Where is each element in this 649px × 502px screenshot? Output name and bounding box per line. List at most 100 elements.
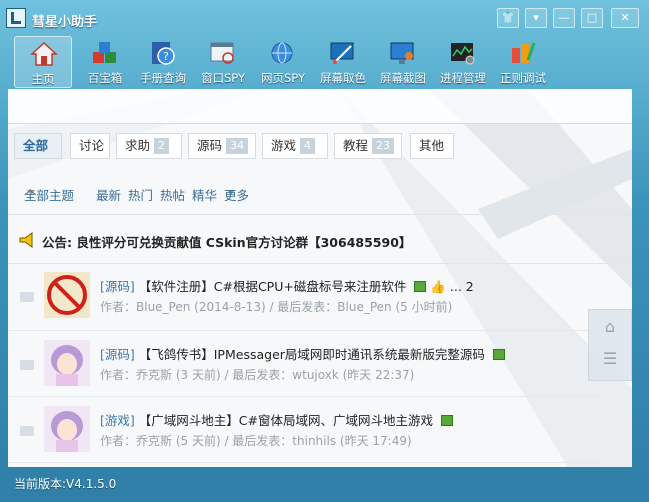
thread-status-icon bbox=[20, 360, 34, 370]
image-attachment-icon bbox=[492, 349, 505, 360]
tab-tutorial-label: 教程 bbox=[343, 138, 369, 153]
tab-other[interactable]: 其他 bbox=[410, 133, 454, 159]
tool-toolbox-label: 百宝箱 bbox=[87, 71, 123, 85]
divider bbox=[8, 462, 598, 463]
divider bbox=[8, 263, 632, 264]
maximize-button[interactable]: □ bbox=[581, 8, 603, 28]
app-logo-icon bbox=[6, 8, 26, 28]
thread-forum-link[interactable]: [源码] bbox=[100, 279, 135, 294]
main-content: 全部 讨论 求助 2 源码 34 游戏 4 教程 23 其他 全部主题 最新 热门 热帖… bbox=[8, 89, 632, 467]
window-spy-icon bbox=[210, 42, 234, 64]
regex-debug-icon bbox=[512, 42, 536, 63]
thread-title[interactable]: 【广域网斗地主】C#窗体局域网、广域网斗地主游戏 bbox=[139, 413, 433, 428]
filter-more[interactable]: 更多 bbox=[224, 185, 249, 203]
title-bar[interactable]: 彗星小助手 👕 ▾ — □ ✕ bbox=[0, 0, 649, 34]
tab-source[interactable]: 源码 34 bbox=[188, 133, 256, 159]
tool-regex-debug-label: 正则调试 bbox=[500, 71, 546, 85]
close-button[interactable]: ✕ bbox=[611, 8, 639, 28]
tool-color-picker-label: 屏幕取色 bbox=[320, 71, 366, 85]
process-manager-icon bbox=[451, 43, 475, 65]
megaphone-icon bbox=[19, 232, 33, 248]
tab-other-label: 其他 bbox=[419, 138, 445, 153]
skin-button[interactable]: 👕 bbox=[497, 8, 519, 28]
help-book-icon: ? bbox=[152, 42, 175, 65]
app-window: 彗星小助手 👕 ▾ — □ ✕ 主页 百宝箱 ? 手册查询 窗口SPY 网页SP… bbox=[0, 0, 649, 502]
tab-all[interactable]: 全部 bbox=[14, 133, 62, 159]
thread-meta: 作者：乔克斯 (3 天前) / 最后发表：wtujoxk (昨天 22:37) bbox=[100, 368, 415, 382]
menu-button[interactable]: ▾ bbox=[525, 8, 547, 28]
anime-avatar-icon bbox=[44, 406, 90, 452]
divider bbox=[8, 330, 598, 331]
thread-forum-link[interactable]: [游戏] bbox=[100, 413, 135, 428]
filter-all-topics[interactable]: 全部主题 bbox=[24, 185, 74, 203]
announcement-text: 公告: 良性评分可兑换贡献值 CSkin官方讨论群【306485590】 bbox=[42, 235, 412, 250]
thread-pages[interactable]: ... 2 bbox=[450, 279, 474, 294]
tab-help-label: 求助 bbox=[125, 138, 151, 153]
thread-status-icon bbox=[20, 426, 34, 436]
minimize-button[interactable]: — bbox=[553, 8, 575, 28]
toolbox-icon bbox=[93, 42, 116, 63]
thread-title[interactable]: 【飞鸽传书】IPMessager局域网即时通讯系统最新版完整源码 bbox=[139, 347, 485, 362]
screenshot-icon bbox=[390, 42, 414, 64]
filter-hot[interactable]: 热门 bbox=[128, 185, 153, 204]
tool-home[interactable]: 主页 bbox=[14, 36, 72, 88]
tool-process-manager[interactable]: 进程管理 bbox=[434, 36, 492, 88]
svg-text:?: ? bbox=[163, 50, 169, 63]
thread-forum-link[interactable]: [源码] bbox=[100, 347, 135, 362]
side-toolbar: ⌂ ☰ bbox=[588, 309, 632, 381]
tab-source-label: 源码 bbox=[197, 138, 223, 153]
divider bbox=[8, 214, 632, 215]
tab-all-label: 全部 bbox=[23, 138, 49, 153]
tool-regex-debug[interactable]: 正则调试 bbox=[494, 36, 552, 88]
thread-meta: 作者：乔克斯 (5 天前) / 最后发表：thinhils (昨天 17:49) bbox=[100, 434, 412, 448]
thread-title[interactable]: 【软件注册】C#根据CPU+磁盘标号来注册软件 bbox=[139, 279, 407, 294]
back-to-top-icon[interactable]: ⌂ bbox=[599, 316, 621, 338]
thread-status-icon bbox=[20, 292, 34, 302]
tool-web-spy[interactable]: 网页SPY bbox=[254, 36, 312, 88]
thread-row[interactable]: [游戏] 【广域网斗地主】C#窗体局域网、广域网斗地主游戏 作者：乔克斯 (5 … bbox=[8, 406, 598, 466]
no-ad-icon bbox=[44, 272, 90, 318]
filter-latest[interactable]: 最新 bbox=[96, 185, 121, 204]
divider bbox=[8, 396, 598, 397]
tool-manual-label: 手册查询 bbox=[140, 71, 186, 85]
image-attachment-icon bbox=[440, 415, 453, 426]
filter-all-topics-label: 全部主题 bbox=[24, 188, 75, 203]
app-title: 彗星小助手 bbox=[32, 15, 98, 30]
filter-essence[interactable]: 精华 bbox=[192, 185, 217, 204]
tab-discussion-label: 讨论 bbox=[79, 138, 105, 153]
status-bar: 当前版本:V4.1.5.0 bbox=[0, 470, 649, 502]
home-icon bbox=[30, 41, 58, 66]
tool-home-label: 主页 bbox=[31, 72, 55, 86]
tool-screenshot-label: 屏幕截图 bbox=[380, 71, 426, 85]
tab-discussion[interactable]: 讨论 bbox=[70, 133, 110, 159]
filter-more-label: 更多 bbox=[224, 188, 250, 203]
tab-help[interactable]: 求助 2 bbox=[116, 133, 182, 159]
list-view-icon[interactable]: ☰ bbox=[599, 348, 621, 370]
tab-help-count: 2 bbox=[154, 138, 170, 154]
thumbs-up-icon: 👍 bbox=[430, 279, 446, 294]
tool-screenshot[interactable]: 屏幕截图 bbox=[374, 36, 432, 88]
tab-games-label: 游戏 bbox=[271, 138, 297, 153]
tool-manual[interactable]: ? 手册查询 bbox=[134, 36, 192, 88]
tab-tutorial[interactable]: 教程 23 bbox=[334, 133, 402, 159]
tool-window-spy-label: 窗口SPY bbox=[200, 71, 245, 85]
thread-row[interactable]: [源码] 【软件注册】C#根据CPU+磁盘标号来注册软件 👍 ... 2 作者：… bbox=[8, 272, 598, 332]
thread-row[interactable]: [源码] 【飞鸽传书】IPMessager局域网即时通讯系统最新版完整源码 作者… bbox=[8, 340, 598, 400]
tab-games-count: 4 bbox=[300, 138, 316, 154]
tool-process-manager-label: 进程管理 bbox=[440, 71, 486, 85]
web-spy-icon bbox=[271, 42, 293, 64]
main-toolbar: 主页 百宝箱 ? 手册查询 窗口SPY 网页SPY 屏幕取色 屏幕截图 进程管理… bbox=[0, 36, 649, 88]
filter-hot-posts[interactable]: 热帖 bbox=[160, 185, 185, 204]
version-text: 当前版本:V4.1.5.0 bbox=[14, 477, 117, 491]
tool-web-spy-label: 网页SPY bbox=[260, 71, 305, 85]
thread-meta: 作者：Blue_Pen (2014-8-13) / 最后发表：Blue_Pen … bbox=[100, 300, 453, 314]
tab-games[interactable]: 游戏 4 bbox=[262, 133, 328, 159]
tool-color-picker[interactable]: 屏幕取色 bbox=[314, 36, 372, 88]
tool-window-spy[interactable]: 窗口SPY bbox=[194, 36, 252, 88]
tab-source-count: 34 bbox=[226, 138, 249, 154]
anime-avatar-icon bbox=[44, 340, 90, 386]
tab-tutorial-count: 23 bbox=[372, 138, 395, 154]
tool-toolbox[interactable]: 百宝箱 bbox=[76, 36, 134, 88]
banner-area bbox=[8, 89, 632, 124]
image-attachment-icon bbox=[414, 281, 427, 292]
